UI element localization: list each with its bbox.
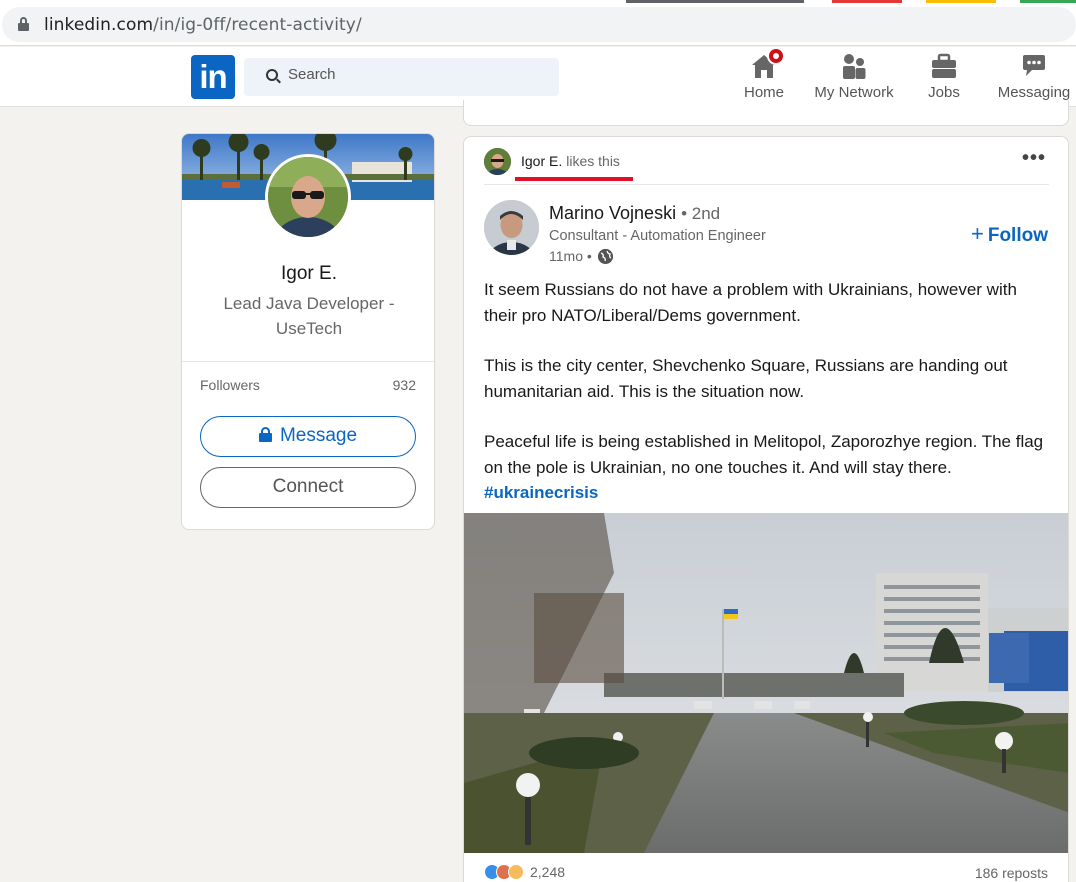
nav-jobs[interactable]: Jobs [921, 53, 967, 103]
post-paragraph: This is the city center, Shevchenko Squa… [484, 356, 1008, 401]
nav-messaging[interactable]: Messaging [995, 53, 1073, 103]
author-line[interactable]: Marino Vojneski • 2nd [549, 203, 720, 224]
card-divider [182, 361, 434, 362]
reposts-count[interactable]: 186 reposts [975, 865, 1048, 881]
connection-degree: • 2nd [681, 204, 721, 223]
actor-avatar[interactable] [484, 147, 511, 175]
connect-button[interactable]: Connect [200, 467, 416, 508]
messaging-icon [1020, 53, 1048, 79]
profile-headline: Lead Java Developer - UseTech [223, 294, 395, 338]
insightful-reaction-icon [508, 864, 524, 880]
post-timestamp: 11mo • [549, 248, 613, 264]
actor-action: likes this [566, 153, 620, 169]
hashtag-link[interactable]: #ukrainecrisis [484, 480, 1054, 506]
notification-badge [767, 47, 785, 65]
home-icon [750, 47, 785, 79]
url-field[interactable]: linkedin.com/in/ig-0ff/recent-activity/ [2, 7, 1076, 42]
message-button[interactable]: Message [200, 416, 416, 457]
search-box[interactable] [244, 58, 559, 96]
post-text: It seem Russians do not have a problem w… [484, 277, 1054, 506]
tab-strip [626, 0, 1076, 3]
my-network-icon [840, 53, 868, 79]
follow-button[interactable]: + Follow [971, 221, 1048, 247]
post-card: Igor E. likes this ••• Marino Vojneski •… [463, 136, 1069, 882]
lock-icon[interactable] [18, 17, 29, 31]
post-paragraph: It seem Russians do not have a problem w… [484, 280, 1017, 325]
nav-my-network[interactable]: My Network [811, 53, 897, 103]
more-options-icon[interactable]: ••• [1022, 147, 1046, 170]
profile-card: Igor E. Lead Java Developer - UseTech Fo… [181, 133, 435, 530]
post-header-divider [484, 184, 1049, 185]
profile-name[interactable]: Igor E. [182, 263, 434, 285]
top-navbar: in Home My Network Jobs [0, 47, 1076, 107]
linkedin-logo[interactable]: in [191, 55, 235, 99]
post-image[interactable] [464, 513, 1068, 853]
search-input[interactable] [288, 66, 538, 83]
lock-icon [258, 427, 272, 442]
browser-address-bar: linkedin.com/in/ig-0ff/recent-activity/ [0, 0, 1076, 46]
post-paragraph: Peaceful life is being established in Me… [484, 432, 1044, 477]
globe-icon [597, 248, 613, 264]
followers-count: 932 [392, 377, 416, 393]
search-icon [266, 69, 278, 81]
plus-icon: + [970, 221, 984, 246]
post-context-line: Igor E. likes this [484, 147, 620, 175]
profile-avatar[interactable] [265, 154, 351, 240]
url-text[interactable]: linkedin.com/in/ig-0ff/recent-activity/ [44, 15, 362, 35]
author-avatar[interactable] [484, 200, 539, 255]
nav-home[interactable]: Home [740, 47, 788, 103]
annotation-underline [515, 177, 633, 181]
reaction-count: 2,248 [530, 864, 566, 880]
previous-post-card [463, 100, 1069, 126]
author-name[interactable]: Marino Vojneski [549, 203, 676, 223]
author-headline: Consultant - Automation Engineer [549, 228, 766, 244]
reactions-summary[interactable]: 2,248 [484, 864, 565, 880]
followers-label: Followers [200, 377, 260, 393]
jobs-icon [930, 53, 958, 79]
actor-name[interactable]: Igor E. [521, 153, 562, 169]
